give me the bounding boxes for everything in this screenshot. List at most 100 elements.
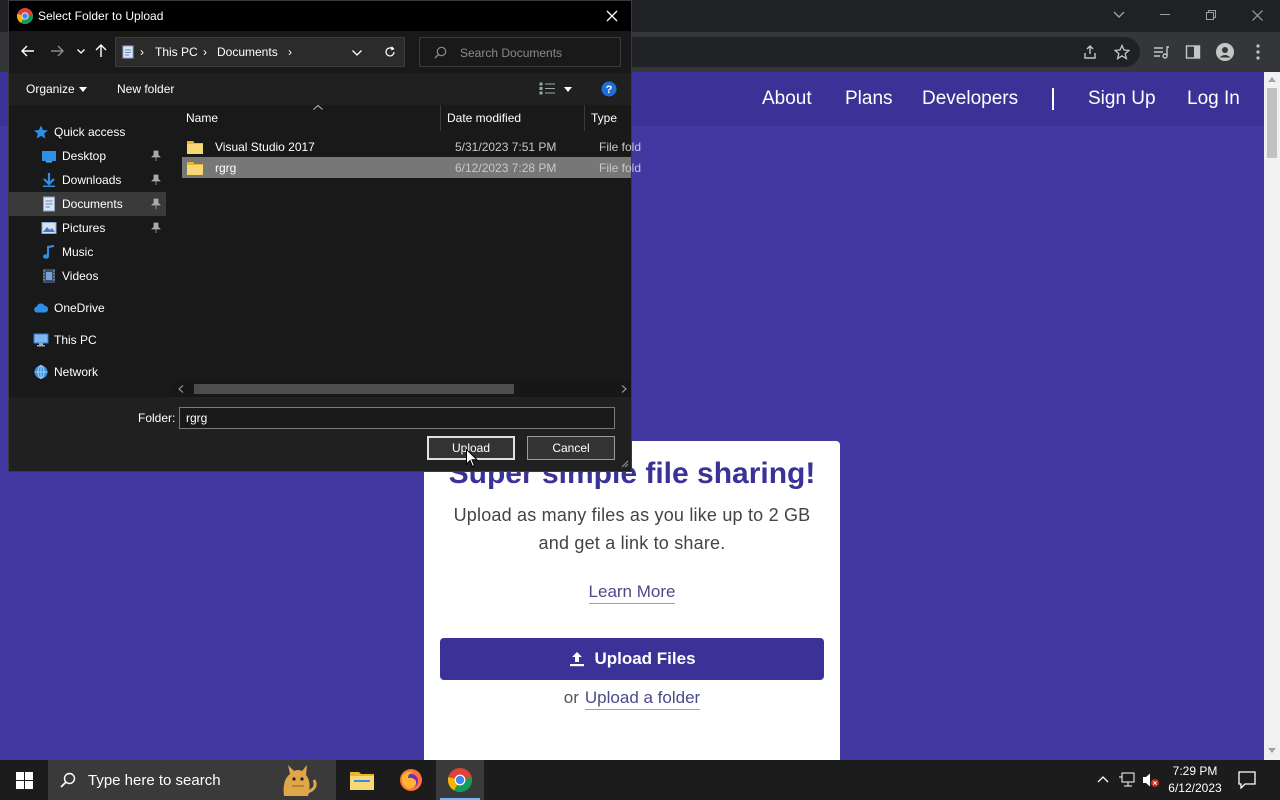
address-history-chevron-icon[interactable]: [352, 50, 362, 56]
nav-sign-up[interactable]: Sign Up: [1088, 88, 1156, 110]
view-chevron-icon[interactable]: [564, 87, 572, 92]
breadcrumb-this-pc[interactable]: This PC: [155, 45, 198, 59]
nav-about[interactable]: About: [762, 88, 812, 110]
bookmark-star-icon[interactable]: [1110, 40, 1134, 64]
minimize-button[interactable]: [1142, 0, 1188, 30]
nav-plans[interactable]: Plans: [845, 88, 893, 110]
nav-quick-access[interactable]: Quick access: [9, 120, 166, 144]
dialog-titlebar: Select Folder to Upload: [9, 1, 631, 31]
side-panel-icon[interactable]: [1181, 40, 1205, 64]
nav-developers[interactable]: Developers: [922, 88, 1018, 110]
table-row-selected[interactable]: rgrg 6/12/2023 7:28 PM File fold: [182, 157, 641, 178]
nav-network[interactable]: Network: [9, 360, 166, 384]
browser-menu-icon[interactable]: [1246, 40, 1270, 64]
breadcrumb[interactable]: › This PC › Documents ›: [115, 37, 405, 67]
chrome-logo-icon: [17, 8, 33, 24]
help-icon[interactable]: ?: [601, 81, 617, 97]
horizontal-scrollbar[interactable]: [174, 381, 631, 397]
document-location-icon: [122, 45, 134, 59]
navigation-pane: Quick access Desktop Downloads Documents…: [9, 105, 166, 397]
column-name[interactable]: Name: [186, 111, 218, 125]
pin-icon[interactable]: [150, 150, 162, 162]
restore-button[interactable]: [1188, 0, 1234, 30]
new-folder-button[interactable]: New folder: [117, 82, 174, 96]
pin-icon[interactable]: [150, 174, 162, 186]
nav-music[interactable]: Music: [9, 240, 166, 264]
column-divider[interactable]: [584, 105, 585, 131]
search-icon: [60, 772, 76, 788]
nav-pictures[interactable]: Pictures: [9, 216, 166, 240]
picture-icon: [41, 222, 57, 234]
profile-icon[interactable]: [1213, 40, 1237, 64]
share-icon[interactable]: [1078, 40, 1102, 64]
notification-center-icon[interactable]: [1238, 771, 1256, 789]
taskbar-search-placeholder: Type here to search: [88, 772, 221, 789]
tab-search-icon[interactable]: [1096, 0, 1142, 30]
nav-desktop[interactable]: Desktop: [9, 144, 166, 168]
cloud-icon: [34, 303, 49, 313]
download-icon: [43, 173, 55, 187]
back-button[interactable]: [18, 41, 38, 61]
nav-downloads[interactable]: Downloads: [9, 168, 166, 192]
column-date-modified[interactable]: Date modified: [447, 111, 521, 125]
tray-time[interactable]: 7:29 PM: [1160, 764, 1230, 778]
close-icon: [606, 10, 618, 22]
table-row[interactable]: Visual Studio 2017 5/31/2023 7:51 PM Fil…: [182, 136, 641, 157]
document-icon: [43, 196, 55, 212]
up-button[interactable]: [91, 41, 111, 61]
upload-folder-link[interactable]: Upload a folder: [584, 688, 701, 710]
learn-more-link[interactable]: Learn More: [588, 582, 676, 604]
breadcrumb-sep-icon: ›: [203, 45, 207, 59]
file-explorer-icon: [350, 772, 374, 790]
chevron-down-icon: [77, 48, 85, 54]
pin-icon[interactable]: [150, 222, 162, 234]
organize-chevron-icon: [79, 87, 87, 92]
folder-name-input[interactable]: rgrg: [179, 407, 615, 429]
column-divider[interactable]: [440, 105, 441, 131]
dialog-close-button[interactable]: [597, 1, 627, 31]
breadcrumb-documents[interactable]: Documents: [217, 45, 278, 59]
nav-videos[interactable]: Videos: [9, 264, 166, 288]
dialog-search-input[interactable]: Search Documents: [419, 37, 621, 67]
page-scrollbar[interactable]: [1264, 72, 1280, 760]
nav-this-pc[interactable]: This PC: [9, 328, 166, 352]
breadcrumb-sep-icon: ›: [140, 45, 144, 59]
arrow-up-icon: [95, 44, 107, 57]
nav-log-in[interactable]: Log In: [1187, 88, 1240, 110]
tray-date[interactable]: 6/12/2023: [1160, 781, 1230, 795]
nav-label: This PC: [54, 333, 97, 347]
refresh-icon[interactable]: [384, 46, 396, 58]
network-status-icon[interactable]: [1118, 772, 1136, 788]
pin-icon[interactable]: [150, 198, 162, 210]
tray-chevron-up-icon[interactable]: [1097, 775, 1109, 783]
cancel-button[interactable]: Cancel: [527, 436, 615, 460]
dialog-command-bar: Organize New folder ?: [9, 73, 631, 105]
computer-icon: [33, 333, 49, 347]
address-bar[interactable]: [590, 37, 1140, 67]
firefox-taskbar-button[interactable]: [387, 760, 435, 800]
folder-name-value: rgrg: [186, 411, 208, 425]
media-control-icon[interactable]: [1149, 40, 1173, 64]
scroll-right-icon[interactable]: [621, 385, 627, 393]
or-text: or: [563, 688, 579, 707]
start-button[interactable]: [0, 760, 48, 800]
horizontal-scroll-thumb[interactable]: [194, 384, 514, 394]
page-scroll-thumb[interactable]: [1267, 88, 1277, 158]
volume-muted-icon[interactable]: [1142, 772, 1160, 788]
nav-label: OneDrive: [54, 301, 105, 315]
column-type[interactable]: Type: [591, 111, 617, 125]
forward-button[interactable]: [47, 41, 67, 61]
browser-close-button[interactable]: [1234, 0, 1280, 30]
scroll-left-icon[interactable]: [178, 385, 184, 393]
nav-documents[interactable]: Documents: [9, 192, 166, 216]
organize-button[interactable]: Organize: [26, 82, 75, 96]
chrome-taskbar-button[interactable]: [436, 760, 484, 800]
resize-grip-icon[interactable]: [621, 460, 629, 468]
upload-files-button[interactable]: Upload Files: [440, 638, 824, 680]
file-explorer-taskbar-button[interactable]: [338, 760, 386, 800]
view-options-icon[interactable]: [539, 82, 555, 95]
recent-locations-button[interactable]: [71, 41, 91, 61]
nav-onedrive[interactable]: OneDrive: [9, 296, 166, 320]
upload-icon: [570, 652, 585, 667]
taskbar-search-input[interactable]: Type here to search: [48, 760, 336, 800]
